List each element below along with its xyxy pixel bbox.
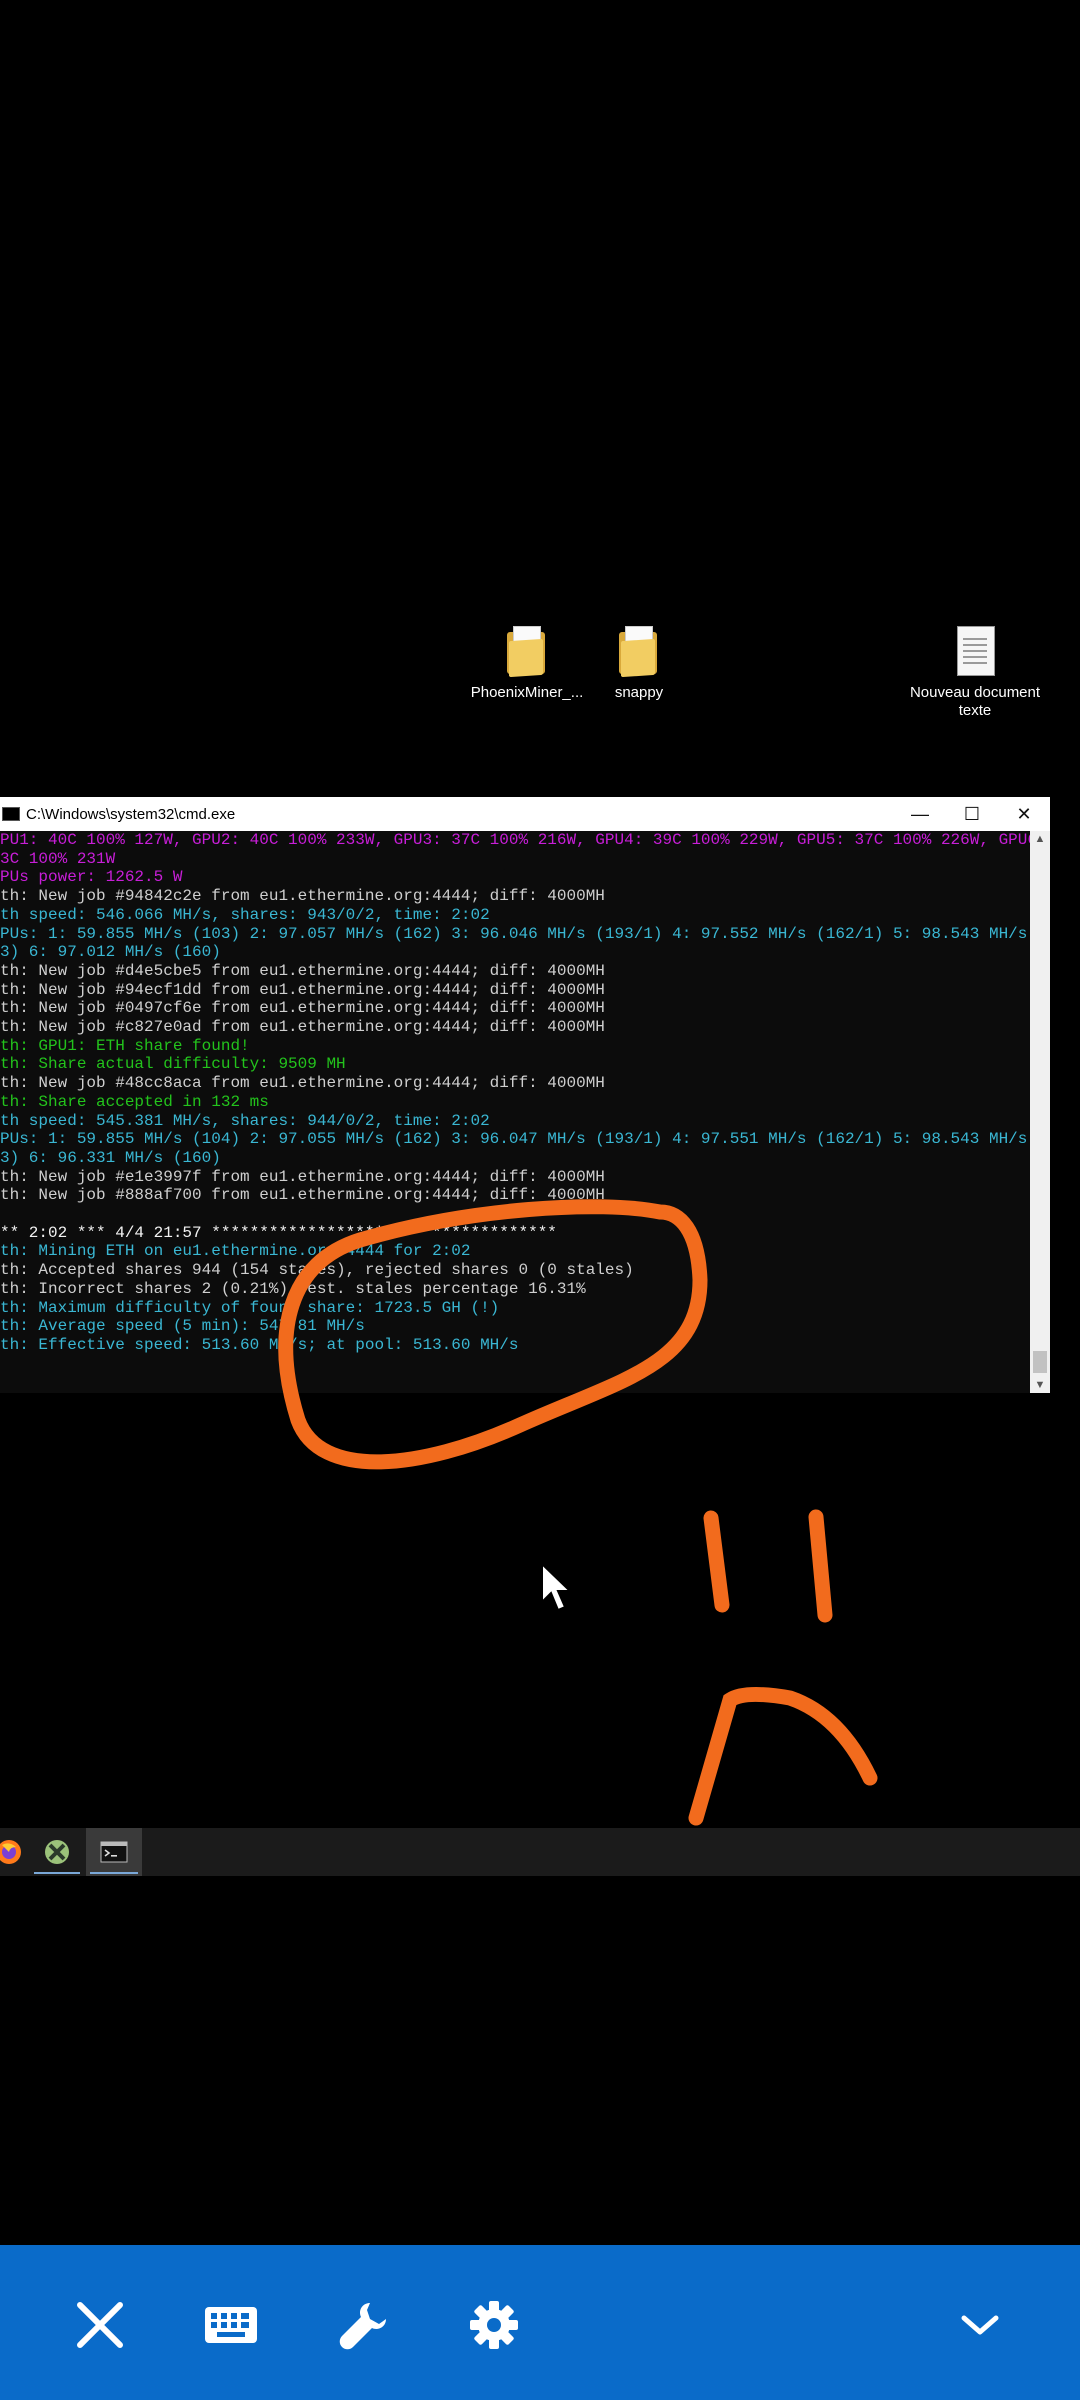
collapse-toolbar-button[interactable] (940, 2285, 1020, 2365)
annotation-overlay (278, 1199, 878, 1826)
keyboard-button[interactable] (191, 2285, 271, 2365)
keyboard-icon (205, 2307, 257, 2343)
sad-face-eye-right (808, 1509, 833, 1623)
sad-face-eye-left (703, 1510, 730, 1613)
remote-toolbar (0, 2245, 1080, 2400)
circle-scribble (278, 1199, 708, 1470)
wrench-icon (339, 2303, 386, 2350)
chevron-down-icon (961, 2315, 999, 2335)
gear-icon (470, 2301, 518, 2349)
mouse-cursor-icon (541, 1562, 573, 1612)
disconnect-button[interactable] (60, 2285, 140, 2365)
settings-button[interactable] (454, 2285, 534, 2365)
sad-face-mouth (688, 1687, 878, 1826)
close-icon (77, 2302, 123, 2348)
tools-button[interactable] (322, 2285, 402, 2365)
